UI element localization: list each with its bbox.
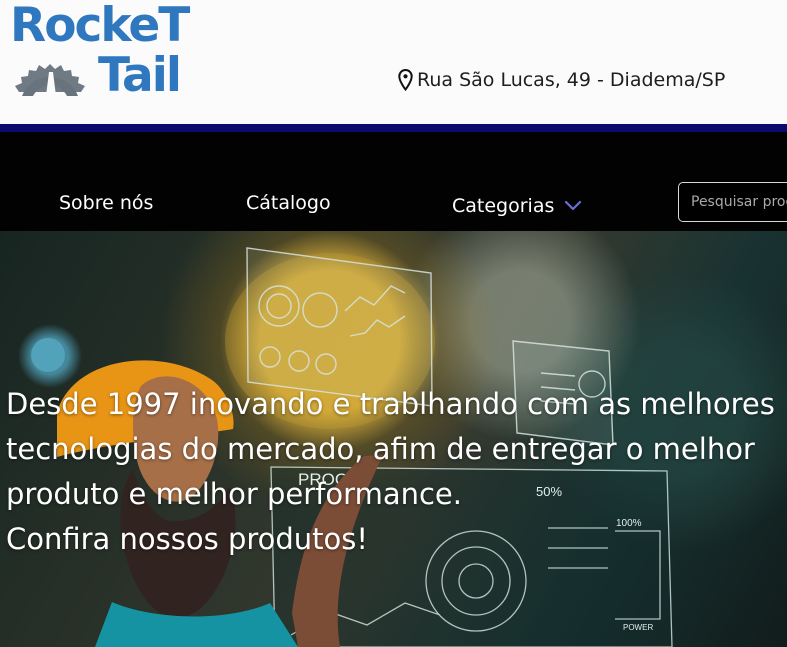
- nav-catalog-link[interactable]: Cátalogo: [246, 192, 331, 214]
- hud-power-label: POWER: [623, 623, 653, 632]
- hero-line-3: produto e melhor performance.: [6, 477, 462, 511]
- hero-banner: PROGR 50% 100% POWER Desde 1997 inovando…: [0, 231, 787, 647]
- hero-message: Desde 1997 inovando e trablhando com as …: [6, 382, 775, 562]
- nav-about-link[interactable]: Sobre nós: [59, 192, 153, 214]
- map-pin-icon: [398, 69, 413, 91]
- chevron-down-icon: [565, 200, 582, 211]
- logo-word-tail: Tail: [98, 48, 182, 103]
- categories-label: Categorias: [452, 195, 555, 217]
- categories-dropdown[interactable]: Categorias: [452, 195, 582, 217]
- site-header: RockeT Tail Rua São Lucas, 49 - Diadema/…: [0, 0, 787, 124]
- main-navigation: Sobre nós Cátalogo Categorias: [0, 132, 787, 231]
- hero-line-2: tecnologias do mercado, afim de entregar…: [6, 432, 755, 466]
- rocket-tail-logo[interactable]: RockeT Tail: [10, 2, 196, 102]
- product-search-input[interactable]: [678, 182, 787, 222]
- gear-speed-icon: [15, 64, 85, 100]
- hero-line-4: Confira nossos produtos!: [6, 522, 369, 556]
- brand-stripe: [0, 124, 787, 132]
- hero-line-1: Desde 1997 inovando e trablhando com as …: [6, 387, 775, 421]
- address-text: Rua São Lucas, 49 - Diadema/SP: [417, 69, 726, 91]
- logo-word-rocket: RockeT: [10, 0, 190, 53]
- store-address: Rua São Lucas, 49 - Diadema/SP: [398, 66, 725, 94]
